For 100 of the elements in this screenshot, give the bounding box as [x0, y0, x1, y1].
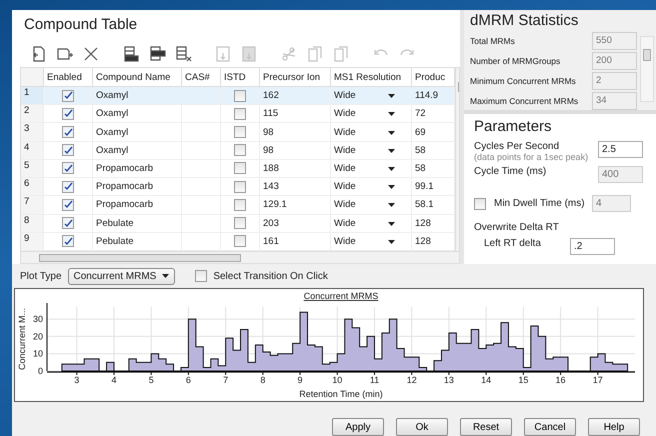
- column-header[interactable]: CAS#: [182, 68, 220, 86]
- y-tick-label: 10: [32, 348, 43, 359]
- enabled-checkbox[interactable]: [62, 126, 74, 138]
- y-axis-label: Concurrent M...: [17, 308, 27, 370]
- x-tick-label: 15: [518, 375, 528, 385]
- istd-checkbox[interactable]: [234, 235, 246, 248]
- resolution-dropdown[interactable]: Wide: [330, 159, 412, 178]
- column-header[interactable]: Precursor Ion: [260, 68, 330, 86]
- resolution-dropdown[interactable]: Wide: [330, 122, 412, 142]
- table-cell: 203: [260, 214, 330, 232]
- table-cell: Propamocarb: [92, 196, 182, 214]
- column-header[interactable]: ISTD: [220, 68, 260, 86]
- enabled-checkbox[interactable]: [62, 198, 74, 211]
- plot-type-dropdown[interactable]: Concurrent MRMS: [68, 268, 176, 285]
- column-header[interactable]: Enabled: [44, 68, 92, 86]
- enabled-checkbox[interactable]: [62, 162, 74, 174]
- enabled-checkbox[interactable]: [62, 144, 74, 156]
- checkbox-label: Min Dwell Time (ms): [494, 198, 586, 209]
- cycles-field[interactable]: 2.5: [598, 141, 643, 158]
- chart-title: Concurrent MRMS: [304, 291, 378, 301]
- dialog-button[interactable]: Reset: [460, 418, 512, 436]
- x-tick-label: 10: [332, 375, 342, 385]
- enabled-checkbox[interactable]: [62, 108, 74, 120]
- field-label: Minimum Concurrent MRMs: [470, 76, 577, 86]
- field-label: Left RT delta: [484, 238, 542, 249]
- x-tick-label: 8: [260, 375, 266, 385]
- istd-checkbox[interactable]: [234, 217, 246, 230]
- field-label: Total MRMs: [470, 36, 516, 46]
- delete-icon[interactable]: [82, 45, 100, 63]
- plot-type-label: Plot Type: [20, 270, 62, 282]
- row-number[interactable]: 9: [21, 232, 44, 251]
- insert-above-icon[interactable]: [122, 45, 140, 63]
- row-number[interactable]: 8: [21, 214, 44, 232]
- row-number[interactable]: 3: [21, 122, 44, 142]
- insert-below-icon[interactable]: [148, 45, 166, 63]
- x-axis-label: Retention Time (min): [299, 389, 383, 399]
- column-header[interactable]: Produc: [412, 68, 454, 86]
- row-number[interactable]: 4: [21, 141, 44, 160]
- readonly-field: 2: [592, 72, 637, 90]
- table-cell: 143: [260, 178, 330, 196]
- resolution-dropdown[interactable]: Wide: [330, 104, 412, 123]
- y-axis: [46, 302, 48, 372]
- dialog-button[interactable]: Apply: [332, 418, 384, 436]
- istd-checkbox[interactable]: [234, 162, 246, 174]
- field-label: Maximum Concurrent MRMs: [470, 96, 580, 106]
- enabled-checkbox[interactable]: [62, 235, 74, 248]
- column-header[interactable]: Compound Name: [92, 68, 182, 86]
- x-tick-label: 9: [298, 375, 303, 385]
- group-title: dMRM Statistics: [470, 12, 580, 31]
- resolution-dropdown[interactable]: Wide: [330, 86, 412, 105]
- istd-checkbox[interactable]: [234, 180, 246, 193]
- resolution-dropdown[interactable]: Wide: [330, 178, 412, 196]
- caret-icon: [388, 185, 395, 190]
- field-hint: (data points for a 1sec peak): [474, 152, 590, 162]
- istd-checkbox[interactable]: [234, 126, 246, 138]
- vertical-scrollbar[interactable]: [640, 36, 654, 102]
- row-number[interactable]: 6: [21, 178, 44, 196]
- table-cell: 114.9: [412, 86, 454, 105]
- table-cell: 115: [260, 104, 330, 123]
- table-cell: Pebulate: [92, 214, 182, 232]
- select-transition-checkbox[interactable]: [195, 270, 208, 282]
- y-tick-label: 0: [38, 366, 43, 376]
- group-title: Parameters: [474, 118, 553, 137]
- resolution-dropdown[interactable]: Wide: [330, 141, 412, 160]
- caret-icon: [162, 274, 170, 278]
- table-cell: 188: [260, 159, 330, 178]
- enabled-checkbox[interactable]: [62, 180, 74, 193]
- istd-checkbox[interactable]: [234, 108, 246, 120]
- readonly-field: 550: [592, 32, 637, 50]
- istd-checkbox[interactable]: [234, 198, 246, 211]
- clear-icon[interactable]: [174, 45, 192, 63]
- x-tick-label: 16: [556, 375, 566, 385]
- table-cell: 98: [260, 141, 330, 160]
- min-dwell-checkbox[interactable]: [474, 198, 486, 210]
- caret-icon: [388, 240, 395, 244]
- table-cell: 98: [260, 122, 330, 142]
- dialog-button[interactable]: Cancel: [524, 418, 576, 436]
- caret-icon: [388, 203, 395, 208]
- dialog-button[interactable]: Ok: [396, 418, 448, 436]
- caret-icon: [388, 222, 395, 226]
- enabled-checkbox[interactable]: [62, 217, 74, 230]
- min-dwell-field[interactable]: 4: [592, 195, 631, 212]
- horizontal-scrollbar[interactable]: [21, 251, 459, 264]
- enabled-checkbox[interactable]: [62, 90, 74, 102]
- row-number[interactable]: 5: [21, 159, 44, 178]
- istd-checkbox[interactable]: [234, 90, 246, 102]
- cycle-time-field: 400: [598, 166, 643, 183]
- resolution-dropdown[interactable]: Wide: [330, 214, 412, 232]
- row-number[interactable]: 7: [21, 196, 44, 214]
- column-header[interactable]: MS1 Resolution: [330, 68, 412, 86]
- field-label: Cycle Time (ms): [474, 166, 548, 177]
- resolution-dropdown[interactable]: Wide: [330, 196, 412, 214]
- left-rt-delta-field[interactable]: .2: [570, 238, 615, 255]
- row-number[interactable]: 1: [21, 86, 44, 105]
- x-tick-label: 17: [592, 375, 603, 385]
- table-cell: Oxamyl: [92, 122, 182, 142]
- caret-icon: [388, 166, 395, 171]
- dialog-button[interactable]: Help: [588, 418, 640, 436]
- istd-checkbox[interactable]: [234, 144, 246, 156]
- row-number[interactable]: 2: [21, 104, 44, 123]
